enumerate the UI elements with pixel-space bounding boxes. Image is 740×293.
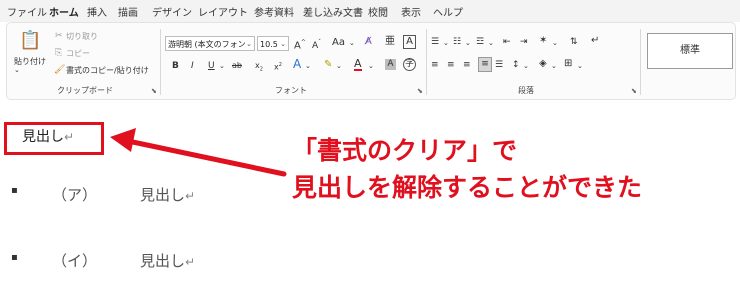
annotation-callout: 「書式のクリア」で 見出しを解除することができた	[292, 132, 642, 206]
callout-line-1: 「書式のクリア」で	[292, 136, 518, 165]
callout-line-2: 見出しを解除することができた	[292, 173, 643, 202]
